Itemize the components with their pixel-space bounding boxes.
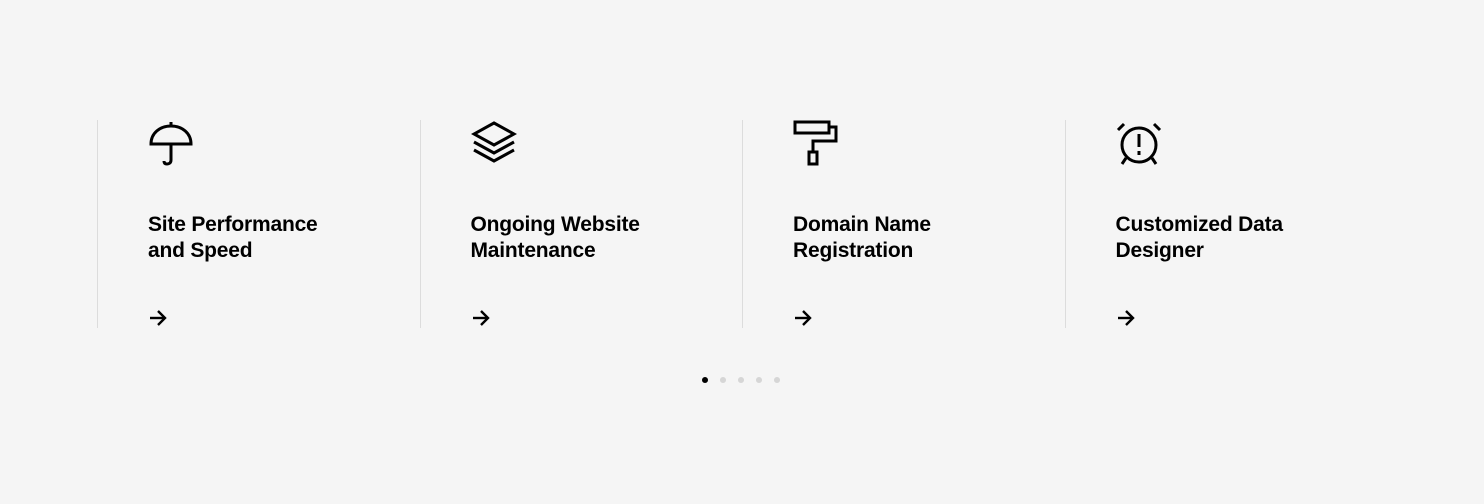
pagination-dot-1[interactable]: [702, 377, 708, 383]
alarm-clock-icon: [1116, 120, 1162, 166]
service-card-domain-registration[interactable]: Domain Name Registration: [742, 120, 1065, 328]
service-card-website-maintenance[interactable]: Ongoing Website Maintenance: [419, 120, 743, 328]
pagination-dot-2[interactable]: [720, 377, 726, 383]
layers-icon: [470, 120, 517, 166]
service-title: Ongoing Website Maintenance: [470, 213, 640, 262]
arrow-right-icon[interactable]: [148, 308, 168, 328]
paint-roller-icon: [793, 120, 839, 166]
pagination-dot-4[interactable]: [756, 377, 762, 383]
arrow-right-icon[interactable]: [793, 308, 813, 328]
arrow-right-icon[interactable]: [1116, 308, 1136, 328]
service-card-site-performance[interactable]: Site Performance and Speed: [97, 120, 420, 328]
slider-pagination: [702, 377, 780, 383]
service-card-data-designer[interactable]: Customized Data Designer: [1064, 120, 1388, 328]
arrow-right-icon[interactable]: [471, 308, 491, 328]
pagination-dot-5[interactable]: [774, 377, 780, 383]
umbrella-icon: [148, 120, 194, 166]
pagination-dot-3[interactable]: [738, 377, 744, 383]
service-title: Site Performance and Speed: [148, 213, 318, 262]
services-section: Site Performance and Speed Ongoing Websi…: [0, 0, 1484, 504]
services-slider[interactable]: Site Performance and Speed Ongoing Websi…: [97, 120, 1387, 328]
service-title: Domain Name Registration: [793, 213, 931, 262]
service-title: Customized Data Designer: [1115, 213, 1284, 262]
